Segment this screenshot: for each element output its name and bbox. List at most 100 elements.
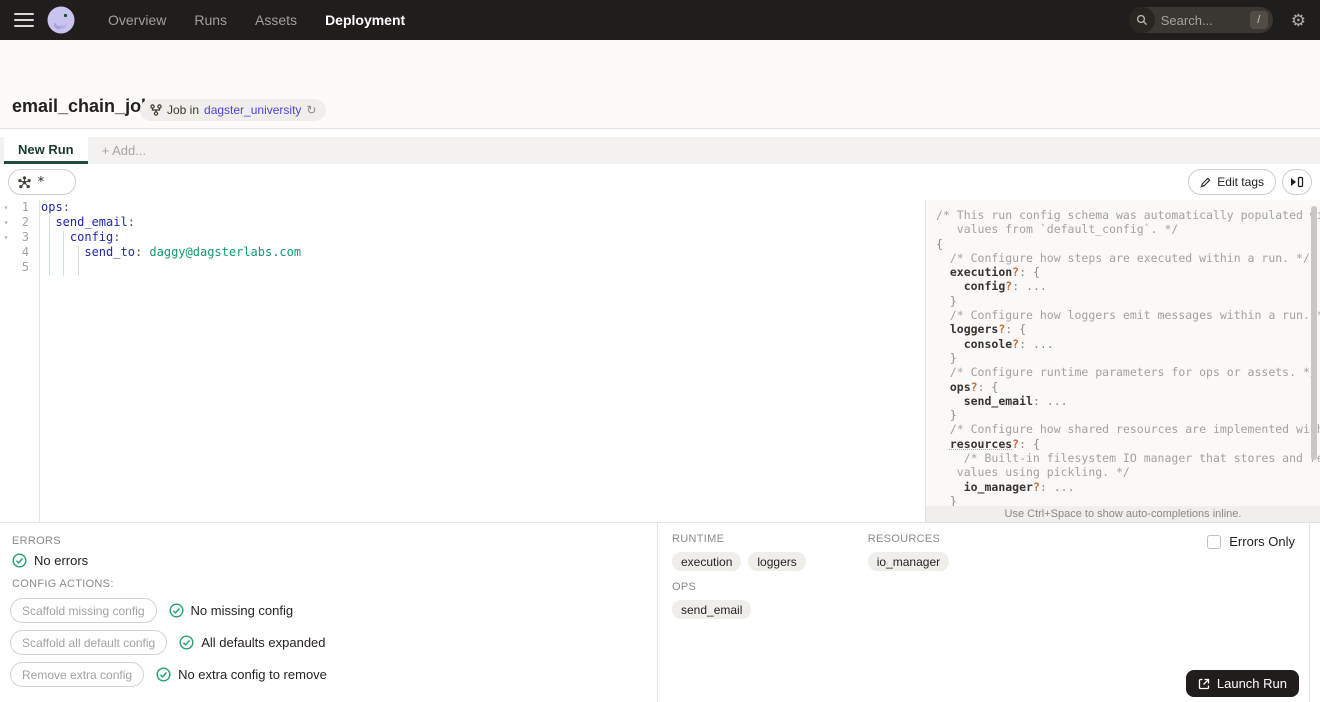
runtime-group: RUNTIME execution loggers (672, 533, 806, 571)
tag-io-manager[interactable]: io_manager (867, 552, 950, 571)
nav-overview[interactable]: Overview (108, 12, 166, 28)
editor-line: 4 send_to: daggy@dagsterlabs.com (0, 245, 925, 260)
tag-loggers[interactable]: loggers (748, 552, 806, 571)
toggle-config-pane-button[interactable] (1282, 169, 1312, 195)
no-errors-text: No errors (34, 553, 89, 568)
op-selector-input[interactable]: * (8, 169, 76, 195)
schema-line: values from `default_config`. */ (936, 222, 1179, 237)
line-number: 4 (21, 245, 29, 259)
resources-group: RESOURCES io_manager (867, 533, 950, 571)
schema-line: /* Built-in filesystem IO manager that s… (963, 451, 1320, 466)
launch-run-label: Launch Run (1216, 676, 1287, 691)
tag-execution[interactable]: execution (672, 552, 742, 571)
schema-line: loggers?: { (949, 322, 1027, 337)
pencil-icon (1200, 177, 1211, 187)
sections-panel: RUNTIME execution loggers RESOURCES io_ma… (658, 523, 1310, 702)
selector-toolbar: * Edit tags (0, 164, 1320, 200)
schema-line: console?: ... (963, 336, 1054, 351)
remove-extra-config-button[interactable]: Remove extra config (10, 662, 145, 687)
autocomplete-hint: Use Ctrl+Space to show auto-completions … (926, 506, 1320, 522)
schema-line: /* Configure how loggers emit messages w… (936, 308, 1320, 323)
editor-line: ▾ 2 send_email: (0, 215, 925, 230)
refresh-icon[interactable]: ↻ (306, 103, 316, 117)
job-badge-prefix: Job in (167, 103, 200, 117)
launchpad-footer: ERRORS No errors CONFIG ACTIONS: Scaffol… (0, 522, 1320, 702)
fold-gutter (0, 260, 12, 275)
line-number: 2 (21, 215, 29, 229)
action-status: No extra config to remove (156, 667, 327, 682)
config-action-row: Remove extra config No extra config to re… (10, 662, 327, 687)
errors-only-checkbox[interactable] (1207, 534, 1222, 549)
search-input[interactable] (1160, 12, 1239, 28)
action-status: No missing config (169, 603, 294, 618)
errors-label: ERRORS (12, 535, 61, 547)
scaffold-all-default-config-button[interactable]: Scaffold all default config (10, 630, 168, 655)
search-icon (1128, 7, 1155, 33)
config-schema-panel: /* This run config schema was automatica… (925, 200, 1320, 522)
editor-line: ▾ 1 ops: (0, 200, 925, 215)
scaffold-missing-config-button[interactable]: Scaffold missing config (10, 598, 157, 623)
search-box[interactable]: / (1128, 7, 1273, 33)
config-action-row: Scaffold missing config No missing config (10, 598, 327, 623)
config-schema-text: /* This run config schema was automatica… (926, 200, 1320, 508)
edit-tags-label: Edit tags (1217, 175, 1264, 189)
op-graph-icon (18, 175, 31, 188)
action-status: All defaults expanded (179, 635, 326, 650)
schema-line: ops?: { (949, 379, 999, 394)
tag-send-email[interactable]: send_email (672, 600, 752, 619)
fold-arrow-icon[interactable]: ▾ (0, 230, 12, 245)
line-number: 1 (21, 200, 29, 214)
page-title: email_chain_job (12, 96, 153, 116)
gutter-divider (39, 200, 40, 522)
edit-tags-button[interactable]: Edit tags (1188, 169, 1276, 195)
indent-guide (78, 246, 79, 276)
errors-only-label: Errors Only (1229, 534, 1295, 549)
code-text: config: (69, 230, 121, 244)
search-shortcut-badge: / (1249, 11, 1268, 29)
check-circle-icon (12, 553, 27, 568)
schema-line: send_email: ... (963, 393, 1068, 408)
schema-line: } (936, 293, 957, 308)
dagster-logo-icon[interactable] (46, 5, 76, 35)
code-text: send_to: daggy@dagsterlabs.com (84, 245, 302, 259)
fold-arrow-icon[interactable]: ▾ (0, 200, 12, 215)
runtime-label: RUNTIME (672, 533, 725, 545)
play-pane-icon (1291, 176, 1304, 188)
line-number: 3 (21, 230, 29, 244)
run-tab-new-run[interactable]: New Run (4, 137, 88, 164)
line-number: 5 (21, 260, 29, 274)
action-status-text: No extra config to remove (178, 667, 327, 682)
action-status-text: No missing config (190, 603, 294, 618)
schema-line: config?: ... (963, 279, 1047, 294)
fold-arrow-icon[interactable]: ▾ (0, 215, 12, 230)
schema-line: } (936, 350, 957, 365)
hamburger-menu-icon[interactable] (14, 13, 34, 27)
nav-runs[interactable]: Runs (194, 12, 227, 28)
fold-gutter (0, 245, 12, 260)
gear-icon[interactable]: ⚙ (1291, 12, 1306, 29)
nav-deployment[interactable]: Deployment (325, 12, 405, 28)
schema-line: io_manager?: ... (963, 479, 1075, 494)
nav-assets[interactable]: Assets (255, 12, 297, 28)
indent-guide (63, 231, 64, 276)
errors-and-actions-panel: ERRORS No errors CONFIG ACTIONS: Scaffol… (0, 523, 658, 702)
schema-scrollbar[interactable] (1311, 206, 1317, 460)
action-status-text: All defaults expanded (201, 635, 326, 650)
job-repo-badge: Job in dagster_university ↻ (140, 99, 327, 121)
job-header: email_chain_job Job in dagster_universit… (0, 40, 1320, 167)
launch-icon (1198, 678, 1210, 689)
schema-line: /* Configure how shared resources are im… (949, 422, 1320, 437)
schema-line: { (936, 236, 943, 251)
check-circle-icon (169, 603, 184, 618)
schema-line: /* This run config schema was automatica… (936, 208, 1320, 222)
config-actions-label: CONFIG ACTIONS: (12, 578, 114, 590)
top-nav-bar: Overview Runs Assets Deployment / ⚙ (0, 0, 1320, 40)
config-action-row: Scaffold all default config All defaults … (10, 630, 327, 655)
job-graph-icon (150, 104, 162, 116)
launch-run-button[interactable]: Launch Run (1185, 670, 1299, 697)
config-editor[interactable]: ▾ 1 ops: ▾ 2 send_email: ▾ 3 config: 4 send_to:… (0, 200, 925, 522)
schema-line: /* Configure runtime parameters for ops … (936, 365, 1317, 380)
run-tab-add[interactable]: + Add... (88, 137, 160, 164)
op-selector-value: * (37, 174, 45, 190)
repo-link[interactable]: dagster_university (204, 103, 301, 117)
